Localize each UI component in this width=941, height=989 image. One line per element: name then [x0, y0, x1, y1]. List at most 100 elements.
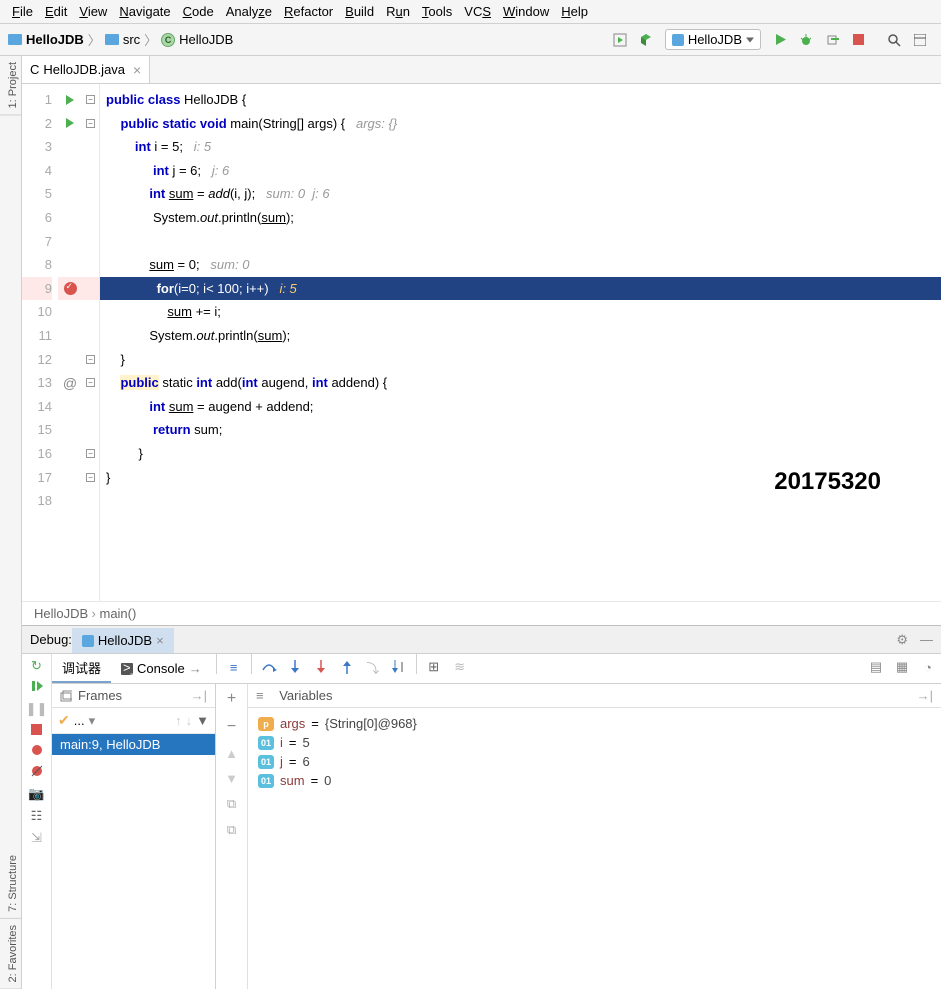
variable-row[interactable]: 01sum = 0	[258, 771, 931, 790]
view-breakpoints-icon[interactable]	[31, 744, 43, 759]
remove-watch-icon[interactable]: −	[227, 718, 236, 736]
project-icon	[8, 34, 22, 45]
copy-icon[interactable]: ⧉	[227, 796, 236, 812]
rerun-icon[interactable]: ↻	[31, 658, 42, 674]
menu-analyze[interactable]: Analyze	[226, 4, 272, 19]
restore-icon[interactable]: →|	[917, 688, 933, 703]
menu-code[interactable]: Code	[183, 4, 214, 19]
menu-help[interactable]: Help	[561, 4, 588, 19]
build-icon[interactable]	[635, 29, 657, 51]
stop-icon[interactable]	[31, 723, 42, 738]
search-icon[interactable]	[883, 29, 905, 51]
hide-icon[interactable]: —	[920, 632, 933, 647]
variable-row[interactable]: pargs = {String[0]@968}	[258, 714, 931, 733]
breadcrumb-src[interactable]: src	[123, 32, 140, 47]
debug-button[interactable]	[795, 29, 817, 51]
trace-icon[interactable]: ≋	[447, 654, 473, 680]
run-button[interactable]	[769, 29, 791, 51]
stack-frame[interactable]: main:9, HelloJDB	[52, 734, 215, 755]
menu-navigate[interactable]: Navigate	[119, 4, 170, 19]
prev-frame-icon[interactable]: ↑	[175, 713, 182, 728]
var-badge-icon: 01	[258, 755, 274, 769]
run-configuration-dropdown[interactable]: HelloJDB	[665, 29, 761, 50]
add-watch-icon[interactable]: +	[227, 690, 236, 708]
menu-file[interactable]: File	[12, 4, 33, 19]
nav-method[interactable]: main()	[99, 606, 136, 621]
mute-breakpoints-icon[interactable]	[31, 765, 43, 780]
fold-icon[interactable]: −	[86, 378, 95, 387]
fold-icon[interactable]: −	[86, 449, 95, 458]
close-icon[interactable]: ×	[156, 633, 164, 648]
up-icon[interactable]: ▲	[225, 746, 238, 761]
menu-tools[interactable]: Tools	[422, 4, 452, 19]
var-value: {String[0]@968}	[325, 716, 417, 731]
fold-icon[interactable]: −	[86, 355, 95, 364]
memory-icon[interactable]: ◔	[915, 654, 941, 680]
resume-icon[interactable]	[31, 680, 43, 695]
menu-vcs[interactable]: VCS	[464, 4, 491, 19]
variable-row[interactable]: 01j = 6	[258, 752, 931, 771]
structure-tool-button[interactable]: 7: Structure	[0, 849, 21, 919]
drop-frame-icon[interactable]: ⤵	[360, 654, 386, 680]
link-icon[interactable]: ⧉	[227, 822, 236, 838]
editor-tab[interactable]: C HelloJDB.java ×	[22, 56, 150, 83]
run-line-icon[interactable]	[66, 95, 74, 105]
gear-icon[interactable]: ⚙	[896, 632, 908, 648]
layout-icon[interactable]: ▤	[863, 654, 889, 680]
breadcrumb-root[interactable]: HelloJDB	[26, 32, 84, 47]
breadcrumb-file[interactable]: HelloJDB	[179, 32, 233, 47]
evaluate-icon[interactable]: ⊞	[421, 654, 447, 680]
step-over-icon[interactable]	[256, 654, 282, 680]
menu-window[interactable]: Window	[503, 4, 549, 19]
show-execution-point-icon[interactable]: ≡	[221, 654, 247, 680]
run-config-label: HelloJDB	[688, 32, 742, 47]
settings-layout-icon[interactable]: ☷	[31, 808, 43, 824]
code-editor[interactable]: 123456789101112131415161718 @ − − − − −	[22, 84, 941, 601]
restore-icon[interactable]: →|	[191, 688, 207, 703]
next-frame-icon[interactable]: ↓	[186, 713, 193, 728]
console-tab[interactable]: >_ Console →	[111, 654, 212, 683]
line-number-gutter: 123456789101112131415161718	[22, 84, 58, 601]
nav-class[interactable]: HelloJDB	[34, 606, 88, 621]
run-with-coverage-icon[interactable]	[609, 29, 631, 51]
thread-dropdown[interactable]: ...	[74, 713, 85, 728]
variable-row[interactable]: 01i = 5	[258, 733, 931, 752]
breakpoint-icon[interactable]	[64, 282, 77, 295]
fold-icon[interactable]: −	[86, 473, 95, 482]
project-tool-button[interactable]: 1: Project	[0, 56, 21, 115]
navigation-toolbar: HelloJDB 〉 src 〉 C HelloJDB HelloJDB	[0, 24, 941, 56]
fold-icon[interactable]: −	[86, 95, 95, 104]
step-out-icon[interactable]	[334, 654, 360, 680]
code-content[interactable]: public class HelloJDB { public static vo…	[100, 84, 941, 601]
debugger-tab[interactable]: 调试器	[52, 654, 111, 683]
close-icon[interactable]: ×	[133, 62, 141, 78]
filter-icon[interactable]: ▼	[196, 713, 209, 728]
layout-icon[interactable]: ▦	[889, 654, 915, 680]
down-icon[interactable]: ▼	[225, 771, 238, 786]
debug-tool-window: Debug: HelloJDB × ⚙ — ↻ ❚❚	[22, 625, 941, 989]
camera-icon[interactable]: 📷	[28, 786, 44, 802]
debug-session-tab[interactable]: HelloJDB ×	[72, 626, 174, 653]
run-line-icon[interactable]	[66, 118, 74, 128]
chevron-right-icon: 〉	[144, 30, 157, 49]
run-gutter: @	[58, 84, 82, 601]
chevron-down-icon[interactable]: ▾	[89, 713, 96, 729]
menu-refactor[interactable]: Refactor	[284, 4, 333, 19]
run-to-cursor-icon[interactable]	[386, 654, 412, 680]
favorites-tool-button[interactable]: 2: Favorites	[0, 919, 21, 989]
menu-run[interactable]: Run	[386, 4, 410, 19]
pin-icon[interactable]: ⇲	[31, 830, 42, 846]
step-into-icon[interactable]	[282, 654, 308, 680]
attach-button[interactable]	[821, 29, 843, 51]
force-step-into-icon[interactable]	[308, 654, 334, 680]
menu-build[interactable]: Build	[345, 4, 374, 19]
variable-actions: + − ▲ ▼ ⧉ ⧉	[216, 684, 248, 989]
class-icon: C	[30, 62, 39, 77]
stop-button[interactable]	[847, 29, 869, 51]
menu-edit[interactable]: Edit	[45, 4, 67, 19]
var-badge-icon: p	[258, 717, 274, 731]
fold-icon[interactable]: −	[86, 119, 95, 128]
menu-view[interactable]: View	[79, 4, 107, 19]
layout-icon[interactable]	[909, 29, 931, 51]
pause-icon[interactable]: ❚❚	[26, 701, 48, 717]
